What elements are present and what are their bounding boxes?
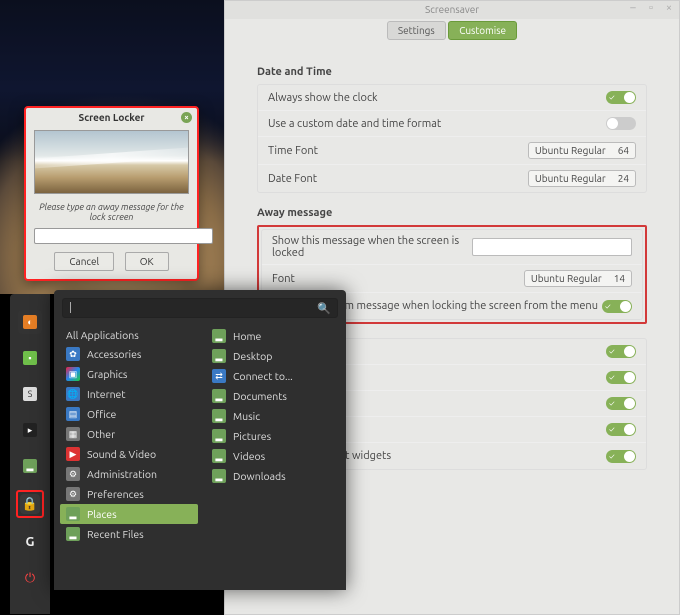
window-close-icon[interactable]: ×: [663, 2, 675, 14]
place-downloads[interactable]: ▂Downloads: [206, 466, 344, 486]
launcher-lock[interactable]: 🔒: [20, 494, 40, 514]
cancel-button[interactable]: Cancel: [54, 252, 114, 271]
menu-cat-sound-video[interactable]: ▶Sound & Video: [60, 444, 198, 464]
lock-icon: 🔒: [22, 497, 38, 512]
menu-all-applications[interactable]: All Applications: [60, 326, 198, 344]
away-message-input[interactable]: [472, 238, 632, 256]
screen-locker-dialog: Screen Locker × Please type an away mess…: [24, 106, 199, 281]
lock-launcher-highlight: 🔒: [16, 490, 44, 518]
label-show-away: Show this message when the screen is loc…: [272, 235, 472, 259]
menu-cat-recent[interactable]: ▂Recent Files: [60, 524, 198, 544]
screensaver-preview: [34, 130, 189, 194]
label-date-font: Date Font: [268, 173, 317, 185]
window-minimize-icon[interactable]: –: [627, 2, 639, 14]
place-music[interactable]: ▂Music: [206, 406, 344, 426]
toggle-ask-custom[interactable]: ✓: [602, 300, 632, 313]
place-desktop[interactable]: ▂Desktop: [206, 346, 344, 366]
window-titlebar: Screensaver – ▫ ×: [225, 1, 679, 19]
date-font-button[interactable]: Ubuntu Regular 24: [528, 170, 636, 187]
menu-cat-places[interactable]: ▂Places: [60, 504, 198, 524]
toggle-shortcuts[interactable]: ✓: [606, 345, 636, 358]
launcher-terminal[interactable]: ▸: [18, 418, 42, 442]
menu-cat-internet[interactable]: 🌐Internet: [60, 384, 198, 404]
place-documents[interactable]: ▂Documents: [206, 386, 344, 406]
place-pictures[interactable]: ▂Pictures: [206, 426, 344, 446]
label-time-font: Time Font: [268, 145, 318, 157]
close-icon[interactable]: ×: [181, 112, 192, 123]
launcher-power[interactable]: ⏻: [18, 566, 42, 590]
place-videos[interactable]: ▂Videos: [206, 446, 344, 466]
section-date-time: Date and Time: [257, 66, 647, 78]
tab-bar: Settings Customise: [225, 19, 679, 46]
launcher-firefox[interactable]: ◐: [18, 310, 42, 334]
toggle-custom-format[interactable]: [606, 117, 636, 130]
label-custom-format: Use a custom date and time format: [268, 118, 441, 130]
launcher-terminal-green[interactable]: ▪: [18, 346, 42, 370]
toggle-unknown-1[interactable]: ✓: [606, 397, 636, 410]
window-title: Screensaver: [425, 4, 479, 15]
time-font-button[interactable]: Ubuntu Regular 64: [528, 142, 636, 159]
place-home[interactable]: ▂Home: [206, 326, 344, 346]
toggle-always-show-clock[interactable]: ✓: [606, 91, 636, 104]
menu-cat-accessories[interactable]: ✿Accessories: [60, 344, 198, 364]
menu-cat-graphics[interactable]: ▣Graphics: [60, 364, 198, 384]
menu-cat-preferences[interactable]: ⚙Preferences: [60, 484, 198, 504]
ok-button[interactable]: OK: [125, 252, 169, 271]
window-maximize-icon[interactable]: ▫: [645, 2, 657, 14]
section-away-message: Away message: [257, 207, 647, 219]
menu-places: ▂Home ▂Desktop ⇄Connect to... ▂Documents…: [200, 322, 346, 590]
toggle-album-art[interactable]: ✓: [606, 450, 636, 463]
tab-customise[interactable]: Customise: [448, 21, 517, 40]
launcher-software[interactable]: S: [18, 382, 42, 406]
away-font-button[interactable]: Ubuntu Regular 14: [524, 270, 632, 287]
search-icon: 🔍: [317, 302, 331, 315]
menu-cat-other[interactable]: ▦Other: [60, 424, 198, 444]
launcher-logout[interactable]: G: [18, 530, 42, 554]
menu-categories: All Applications ✿Accessories ▣Graphics …: [54, 322, 200, 590]
menu-search-input[interactable]: | 🔍: [62, 298, 338, 318]
toggle-controls[interactable]: ✓: [606, 371, 636, 384]
launcher-files[interactable]: ▂: [18, 454, 42, 478]
menu-cat-administration[interactable]: ⚙Administration: [60, 464, 198, 484]
place-connect-to[interactable]: ⇄Connect to...: [206, 366, 344, 386]
dialog-title: Screen Locker ×: [26, 108, 197, 127]
dialog-hint: Please type an away message for the lock…: [26, 198, 197, 226]
away-message-dialog-input[interactable]: [34, 228, 213, 244]
toggle-unknown-2[interactable]: ✓: [606, 423, 636, 436]
tab-settings[interactable]: Settings: [387, 21, 446, 40]
menu-cat-office[interactable]: ▤Office: [60, 404, 198, 424]
application-menu: | 🔍 All Applications ✿Accessories ▣Graph…: [54, 290, 346, 590]
label-away-font: Font: [272, 273, 295, 285]
label-always-show-clock: Always show the clock: [268, 92, 378, 104]
launcher-panel: ◐ ▪ S ▸ ▂ 🔒 G ⏻: [10, 294, 50, 614]
